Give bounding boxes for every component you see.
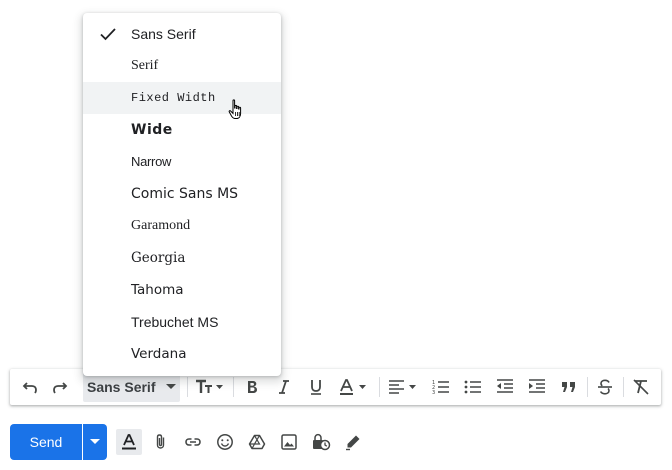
font-option-wide[interactable]: Wide	[83, 114, 281, 146]
check-icon	[100, 28, 116, 41]
font-option-label: Garamond	[131, 218, 191, 233]
font-select-value: Sans Serif	[87, 379, 156, 395]
caret-down-icon	[166, 384, 176, 389]
insert-signature-button[interactable]	[340, 429, 366, 455]
confidential-mode-icon	[313, 433, 331, 451]
toolbar-divider	[233, 377, 234, 397]
font-family-select[interactable]: Sans Serif	[83, 372, 180, 402]
font-option-label: Sans Serif	[131, 26, 196, 42]
font-option-label: Tahoma	[131, 282, 184, 298]
hand-cursor-icon	[228, 99, 242, 119]
more-send-options-button[interactable]	[83, 424, 107, 460]
font-option-georgia[interactable]: Georgia	[83, 242, 281, 274]
indent-less-button[interactable]	[493, 375, 517, 399]
text-color-button[interactable]	[336, 375, 372, 399]
undo-icon	[22, 382, 37, 394]
font-option-fixed-width[interactable]: Fixed Width	[83, 82, 281, 114]
align-icon	[389, 380, 416, 394]
emoji-icon	[217, 434, 233, 450]
font-option-label: Fixed Width	[131, 91, 216, 105]
insert-link-icon	[185, 438, 201, 446]
bulleted-list-button[interactable]	[461, 375, 485, 399]
indent-more-icon	[529, 379, 545, 393]
formatting-options-button[interactable]	[116, 429, 142, 455]
insert-emoji-button[interactable]	[212, 429, 238, 455]
bulleted-list-icon	[464, 380, 481, 394]
underline-icon	[311, 380, 321, 395]
font-option-label: Comic Sans MS	[131, 186, 239, 202]
insert-photo-button[interactable]	[276, 429, 302, 455]
toolbar-divider	[187, 377, 188, 397]
bold-icon	[248, 381, 257, 393]
text-size-icon	[196, 379, 223, 393]
insert-drive-button[interactable]	[244, 429, 270, 455]
toolbar-divider	[623, 377, 624, 397]
insert-photo-icon	[281, 434, 297, 450]
send-button[interactable]: Send	[10, 424, 82, 460]
quote-icon	[562, 382, 575, 392]
toolbar-divider	[379, 377, 380, 397]
redo-icon	[53, 382, 68, 394]
formatting-options-icon	[122, 434, 136, 450]
font-option-label: Wide	[131, 122, 173, 138]
remove-formatting-icon	[633, 379, 649, 395]
text-color-icon	[340, 379, 366, 395]
font-option-serif[interactable]: Serif	[83, 50, 281, 82]
send-button-label: Send	[29, 434, 63, 450]
svg-text:3: 3	[432, 390, 435, 396]
align-button[interactable]	[385, 375, 421, 399]
confidential-mode-button[interactable]	[308, 429, 334, 455]
attach-file-button[interactable]	[148, 429, 174, 455]
strikethrough-icon	[598, 379, 612, 395]
caret-down-icon	[90, 439, 100, 444]
remove-formatting-button[interactable]	[629, 375, 653, 399]
font-option-sans-serif[interactable]: Sans Serif	[83, 18, 281, 50]
font-option-label: Serif	[131, 58, 159, 73]
attach-file-icon	[156, 434, 165, 449]
italic-button[interactable]	[272, 375, 296, 399]
font-option-label: Narrow	[131, 154, 172, 169]
font-option-tahoma[interactable]: Tahoma	[83, 274, 281, 306]
undo-button[interactable]	[18, 375, 42, 399]
font-family-menu: Sans Serif Serif Fixed Width Wide Narrow…	[83, 13, 281, 376]
font-option-label: Georgia	[131, 250, 186, 266]
quote-button[interactable]	[557, 375, 581, 399]
font-option-trebuchet-ms[interactable]: Trebuchet MS	[83, 306, 281, 338]
numbered-list-button[interactable]: 1 2 3	[429, 375, 453, 399]
compose-window: Sans Serif Serif Fixed Width Wide Narrow…	[0, 0, 672, 470]
font-option-garamond[interactable]: Garamond	[83, 210, 281, 242]
numbered-list-icon: 1 2 3	[432, 380, 449, 396]
font-option-label: Verdana	[131, 346, 187, 362]
font-option-comic-sans-ms[interactable]: Comic Sans MS	[83, 178, 281, 210]
text-size-button[interactable]	[192, 375, 228, 399]
toolbar-divider	[587, 377, 588, 397]
underline-button[interactable]	[304, 375, 328, 399]
signature-icon	[346, 435, 360, 451]
insert-link-button[interactable]	[180, 429, 206, 455]
bold-button[interactable]	[240, 375, 264, 399]
strikethrough-button[interactable]	[593, 375, 617, 399]
redo-button[interactable]	[48, 375, 72, 399]
font-option-narrow[interactable]: Narrow	[83, 146, 281, 178]
indent-more-button[interactable]	[525, 375, 549, 399]
drive-icon	[248, 434, 266, 450]
italic-icon	[279, 380, 289, 394]
font-option-verdana[interactable]: Verdana	[83, 338, 281, 370]
indent-less-icon	[497, 379, 513, 393]
font-option-label: Trebuchet MS	[131, 314, 219, 330]
